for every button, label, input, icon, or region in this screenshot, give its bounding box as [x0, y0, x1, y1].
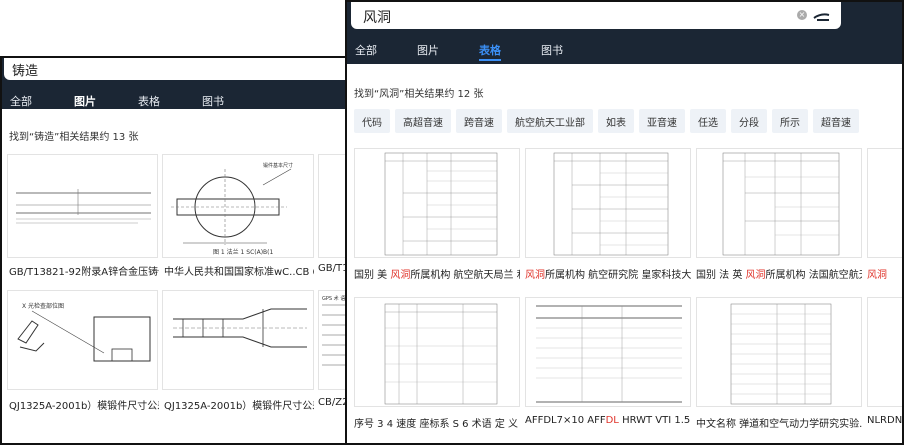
table-caption-1[interactable]: 国别 美 风洞所属机构 航空航天局兰 利...	[354, 266, 520, 281]
table-result-card-3[interactable]	[696, 148, 862, 258]
thumbnail-drawing	[16, 189, 151, 224]
back-tab-all[interactable]: 全部	[10, 93, 32, 109]
front-search-input[interactable]: 风洞 ×	[351, 2, 841, 29]
search-icon[interactable]	[813, 9, 831, 23]
table-result-card-8[interactable]	[867, 297, 902, 407]
flange-figure-title: 图 1 法兰 1 SC(A)B(1	[213, 249, 274, 256]
screenshot-stage: 铸造 全部 图片 表格 图书 找到“铸造”相关结果约 13 张 锻件基本尺寸 图…	[0, 0, 904, 445]
table-thumbnail	[722, 152, 840, 256]
back-search-input[interactable]: 铸造	[4, 58, 353, 80]
table-thumbnail	[553, 152, 669, 256]
table-caption-4[interactable]: 风洞	[867, 266, 902, 281]
front-top-bar: 风洞 × 全部 图片 表格 图书	[347, 2, 902, 64]
table-result-card-6[interactable]	[525, 297, 691, 407]
back-result-card-5[interactable]	[162, 290, 314, 390]
table-caption-3[interactable]: 国别 法 英 风洞所属机构 法国航空航天...	[696, 266, 862, 281]
table-caption-6[interactable]: AFFDL7×10 AFFDL HRWT VTI 1.5M ...	[525, 415, 691, 426]
front-tab-books[interactable]: 图书	[541, 42, 563, 58]
forging-drawing	[173, 308, 307, 348]
back-caption-4[interactable]: QJ1325A-2001b）模锻件尺寸公差（...	[9, 397, 159, 412]
filter-chip[interactable]: 分段	[731, 109, 767, 133]
back-result-card-4[interactable]: X 光检查部位图	[7, 290, 158, 390]
back-tab-images[interactable]: 图片	[74, 93, 96, 112]
back-tab-bar: 全部 图片 表格 图书	[10, 93, 266, 112]
back-caption-1[interactable]: GB/T13821-92附录A锌合金压铸件铸	[9, 263, 159, 278]
filter-chip[interactable]: 代码	[354, 109, 390, 133]
back-result-card-2[interactable]: 锻件基本尺寸 图 1 法兰 1 SC(A)B(1	[162, 154, 314, 258]
table-caption-2[interactable]: 风洞所属机构 航空研究院 皇家科技大...	[525, 266, 691, 281]
flange-drawing: 锻件基本尺寸	[171, 162, 293, 245]
filter-chip[interactable]: 任选	[690, 109, 726, 133]
filter-chip[interactable]: 亚音速	[639, 109, 685, 133]
filter-chip[interactable]: 超音速	[813, 109, 859, 133]
table-thumbnail	[536, 305, 682, 403]
filter-chip[interactable]: 如表	[598, 109, 634, 133]
back-search-window: 铸造 全部 图片 表格 图书 找到“铸造”相关结果约 13 张 锻件基本尺寸 图…	[0, 56, 355, 445]
front-result-count: 找到“风洞”相关结果约 12 张	[354, 89, 484, 100]
filter-chip[interactable]: 所示	[772, 109, 808, 133]
back-tab-books[interactable]: 图书	[202, 93, 224, 109]
table-result-card-4[interactable]	[867, 148, 902, 258]
back-caption-5[interactable]: QJ1325A-2001b）模锻件尺寸公差（...	[164, 397, 314, 412]
filter-chip-bar: 代码 高超音速 跨音速 航空航天工业部 如表 亚音速 任选 分段 所示 超音速	[354, 109, 864, 133]
filter-chip[interactable]: 跨音速	[456, 109, 502, 133]
table-result-card-5[interactable]	[354, 297, 520, 407]
table-thumbnail	[730, 303, 832, 405]
table-result-card-7[interactable]	[696, 297, 862, 407]
table-result-card-2[interactable]	[525, 148, 691, 258]
front-tab-all[interactable]: 全部	[355, 42, 377, 58]
table-thumbnail	[384, 303, 498, 405]
front-tab-bar: 全部 图片 表格 图书	[355, 42, 603, 61]
front-tab-tables[interactable]: 表格	[479, 42, 501, 61]
side-table-title: GPS 术 语	[322, 296, 346, 302]
back-caption-2[interactable]: 中华人民共和国国家标准wC..CB 6414...	[164, 263, 314, 278]
table-thumbnail	[384, 152, 498, 256]
filter-chip[interactable]: 航空航天工业部	[507, 109, 593, 133]
front-search-window: 风洞 × 全部 图片 表格 图书 找到“风洞”相关结果约 12 张 代码 高超音…	[345, 0, 904, 445]
front-tab-images[interactable]: 图片	[417, 42, 439, 58]
back-tab-tables[interactable]: 表格	[138, 93, 160, 109]
front-search-query: 风洞	[363, 10, 391, 26]
clear-icon[interactable]: ×	[797, 10, 807, 20]
table-result-card-1[interactable]	[354, 148, 520, 258]
table-caption-5[interactable]: 序号 3 4 速度 座标系 S 6 术语 定 义 ...	[354, 415, 520, 430]
table-caption-8[interactable]: NLRDNW	[867, 415, 902, 426]
back-top-bar: 铸造 全部 图片 表格 图书	[2, 58, 353, 112]
back-result-count: 找到“铸造”相关结果约 13 张	[9, 132, 139, 143]
back-result-card-1[interactable]	[7, 154, 158, 258]
detail-drawing-label: X 光检查部位图	[22, 303, 65, 310]
svg-text:锻件基本尺寸: 锻件基本尺寸	[263, 162, 293, 169]
filter-chip[interactable]: 高超音速	[395, 109, 451, 133]
table-caption-7[interactable]: 中文名称 弹道和空气动力学研究实验...	[696, 415, 862, 430]
